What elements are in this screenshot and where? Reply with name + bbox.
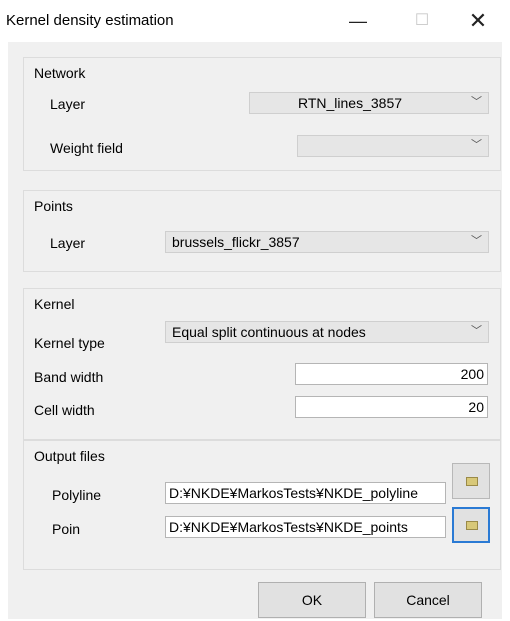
polyline-path-input[interactable]: D:¥NKDE¥MarkosTests¥NKDE_polyline: [165, 482, 446, 504]
band-width-label: Band width: [34, 369, 104, 385]
polyline-label: Polyline: [52, 487, 102, 503]
points-group: Points Layer brussels_flickr_3857 ﹀: [23, 190, 501, 272]
network-layer-label: Layer: [50, 96, 86, 112]
network-layer-combo[interactable]: RTN_lines_3857 ﹀: [249, 92, 489, 114]
network-group-title: Network: [34, 65, 86, 81]
chevron-down-icon: ﹀: [471, 139, 482, 151]
weight-field-combo[interactable]: ﹀: [297, 135, 489, 157]
window-title: Kernel density estimation: [6, 12, 174, 29]
chevron-down-icon: ﹀: [471, 235, 482, 247]
folder-icon: [466, 477, 478, 486]
maximize-button[interactable]: ☐: [402, 6, 442, 36]
points-browse-button[interactable]: [452, 507, 490, 543]
cancel-button[interactable]: Cancel: [374, 582, 482, 618]
close-button[interactable]: ✕: [458, 6, 498, 36]
points-layer-combo[interactable]: brussels_flickr_3857 ﹀: [165, 231, 489, 253]
kernel-type-combo[interactable]: Equal split continuous at nodes ﹀: [165, 321, 489, 343]
polyline-browse-button[interactable]: [452, 463, 490, 499]
minimize-button[interactable]: —: [338, 6, 378, 36]
kernel-group-title: Kernel: [34, 296, 75, 312]
chevron-down-icon: ﹀: [471, 325, 482, 337]
dialog-body: Network Layer RTN_lines_3857 ﹀ Weight fi…: [8, 42, 502, 619]
network-layer-value: RTN_lines_3857: [297, 95, 403, 111]
cell-width-input[interactable]: 20: [295, 396, 488, 418]
ok-button[interactable]: OK: [258, 582, 366, 618]
folder-icon: [466, 521, 478, 530]
points-layer-label: Layer: [50, 235, 86, 251]
points-layer-value: brussels_flickr_3857: [172, 234, 300, 250]
band-width-input[interactable]: 200: [295, 363, 488, 385]
output-files-group: Output files Polyline D:¥NKDE¥MarkosTest…: [23, 440, 501, 570]
kernel-type-value: Equal split continuous at nodes: [172, 324, 366, 340]
title-bar: Kernel density estimation — ☐ ✕: [0, 0, 510, 40]
output-files-group-title: Output files: [34, 448, 105, 464]
points-path-input[interactable]: D:¥NKDE¥MarkosTests¥NKDE_points: [165, 516, 446, 538]
cell-width-label: Cell width: [34, 402, 95, 418]
point-label: Poin: [52, 521, 81, 537]
chevron-down-icon: ﹀: [471, 96, 482, 108]
kernel-group: Kernel Kernel type Equal split continuou…: [23, 288, 501, 440]
network-group: Network Layer RTN_lines_3857 ﹀ Weight fi…: [23, 57, 501, 171]
weight-field-label: Weight field: [50, 140, 123, 156]
points-group-title: Points: [34, 198, 73, 214]
kernel-type-label: Kernel type: [34, 335, 105, 351]
